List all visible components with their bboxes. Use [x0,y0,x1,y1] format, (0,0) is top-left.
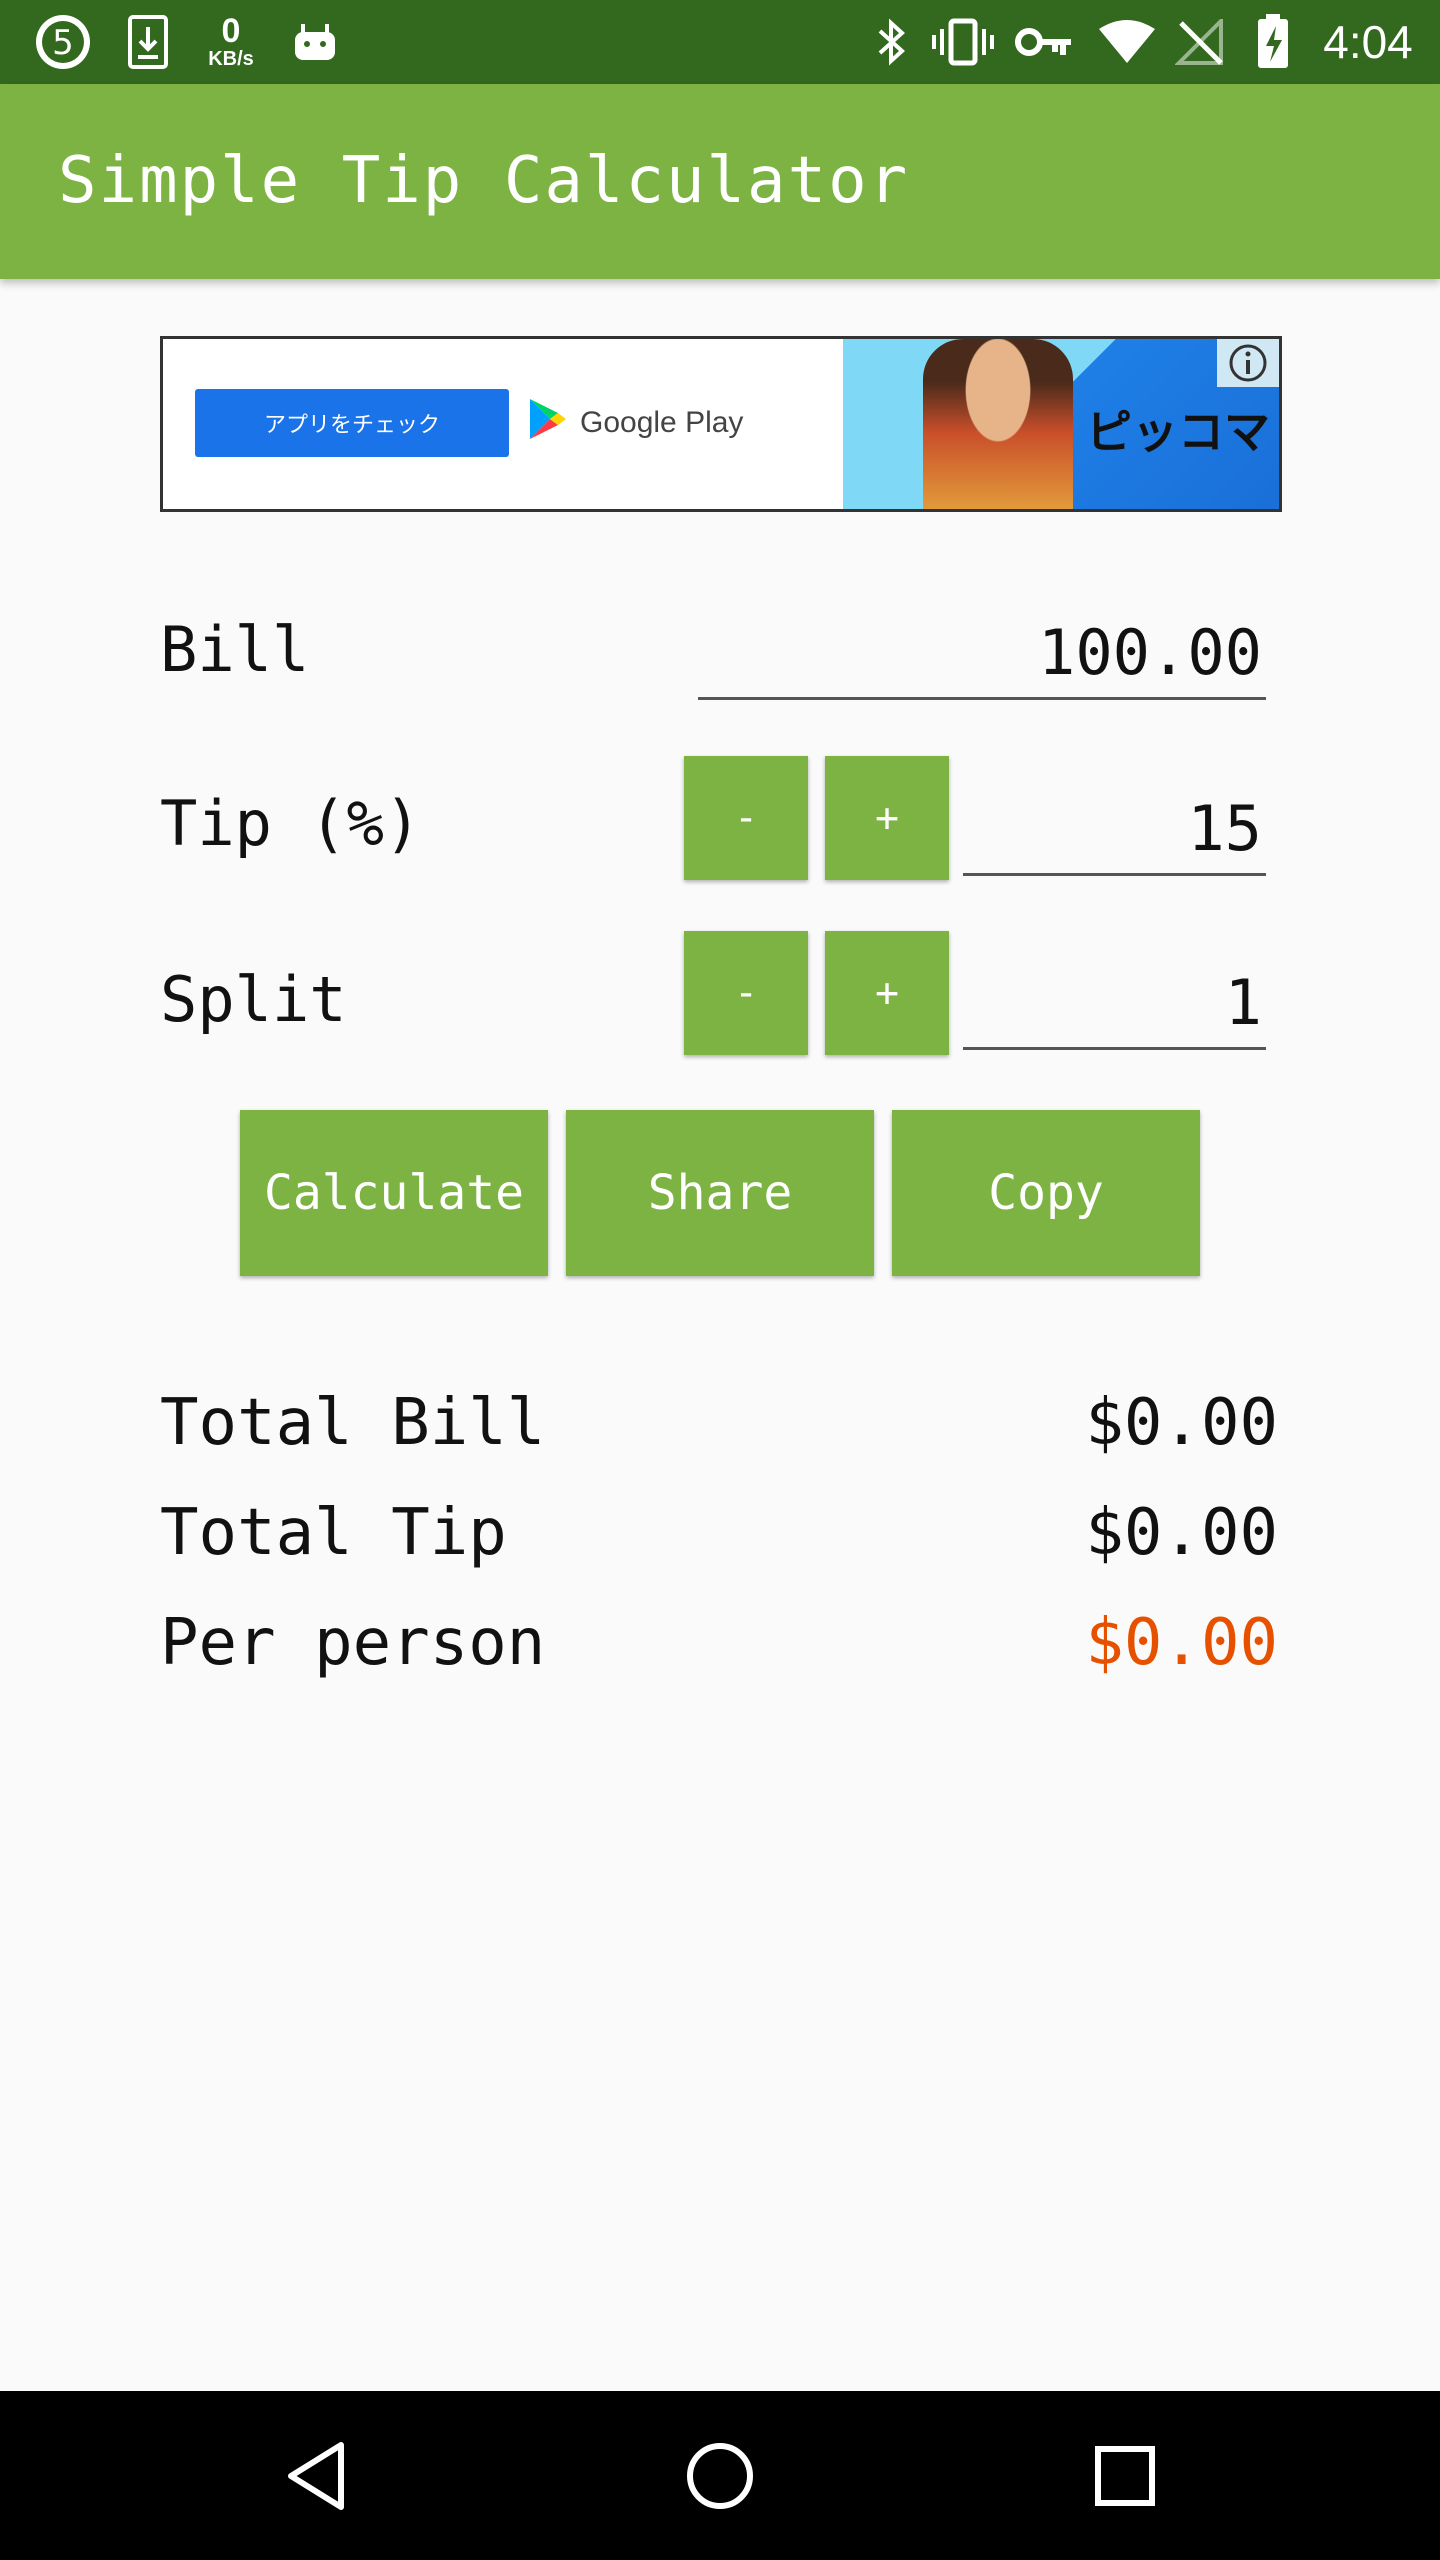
net-speed-indicator: 0 KB/s [196,0,266,84]
ad-store-name: Google Play [580,406,744,439]
battery-icon [1248,0,1298,84]
total-bill-label: Total Bill [160,1386,546,1460]
signal-icon [1170,0,1230,84]
clock: 4:04 [1308,0,1428,84]
total-bill-value: $0.00 [1085,1386,1278,1460]
home-button[interactable] [640,2391,800,2560]
split-label: Split [160,963,347,1036]
app-bar: Simple Tip Calculator [0,84,1440,279]
clock-text: 4:04 [1323,16,1413,68]
tip-increase-button[interactable]: + [825,756,949,880]
navigation-bar [0,2391,1440,2560]
ad-banner[interactable]: アプリをチェック Google Play ピッコマ [160,336,1282,512]
per-person-value: $0.00 [1085,1606,1278,1680]
ad-brand-logo: ピッコマ [1086,405,1270,459]
wifi-icon [1092,0,1162,84]
bill-label: Bill [160,613,310,686]
app-badge-icon: 5 [30,0,96,84]
share-button[interactable]: Share [566,1110,874,1276]
ad-cta-button[interactable]: アプリをチェック [195,389,509,457]
net-speed-unit: KB/s [208,48,254,70]
bluetooth-icon [866,0,916,84]
back-button[interactable] [236,2391,396,2560]
copy-button[interactable]: Copy [892,1110,1200,1276]
split-increase-button[interactable]: + [825,931,949,1055]
status-bar: 5 0 KB/s 4:04 [0,0,1440,84]
download-icon [120,0,176,84]
app-title: Simple Tip Calculator [58,144,910,218]
tip-decrease-button[interactable]: - [684,756,808,880]
total-tip-label: Total Tip [160,1496,507,1570]
tip-label: Tip (%) [160,787,422,860]
svg-text:5: 5 [52,23,74,63]
total-tip-value: $0.00 [1085,1496,1278,1570]
tip-input[interactable]: 15 [963,784,1266,876]
android-icon [290,0,340,84]
per-person-label: Per person [160,1606,546,1680]
calculate-button[interactable]: Calculate [240,1110,548,1276]
bill-input[interactable]: 100.00 [698,608,1266,700]
vibrate-icon [928,0,998,84]
split-decrease-button[interactable]: - [684,931,808,1055]
recents-button[interactable] [1045,2391,1205,2560]
ad-character-image [923,339,1073,509]
split-input[interactable]: 1 [963,958,1266,1050]
net-speed-value: 0 [221,12,241,50]
play-store-icon [528,397,568,449]
ad-store-badge[interactable]: Google Play [528,389,743,457]
ad-info-icon[interactable] [1217,339,1279,387]
vpn-key-icon [1010,0,1080,84]
